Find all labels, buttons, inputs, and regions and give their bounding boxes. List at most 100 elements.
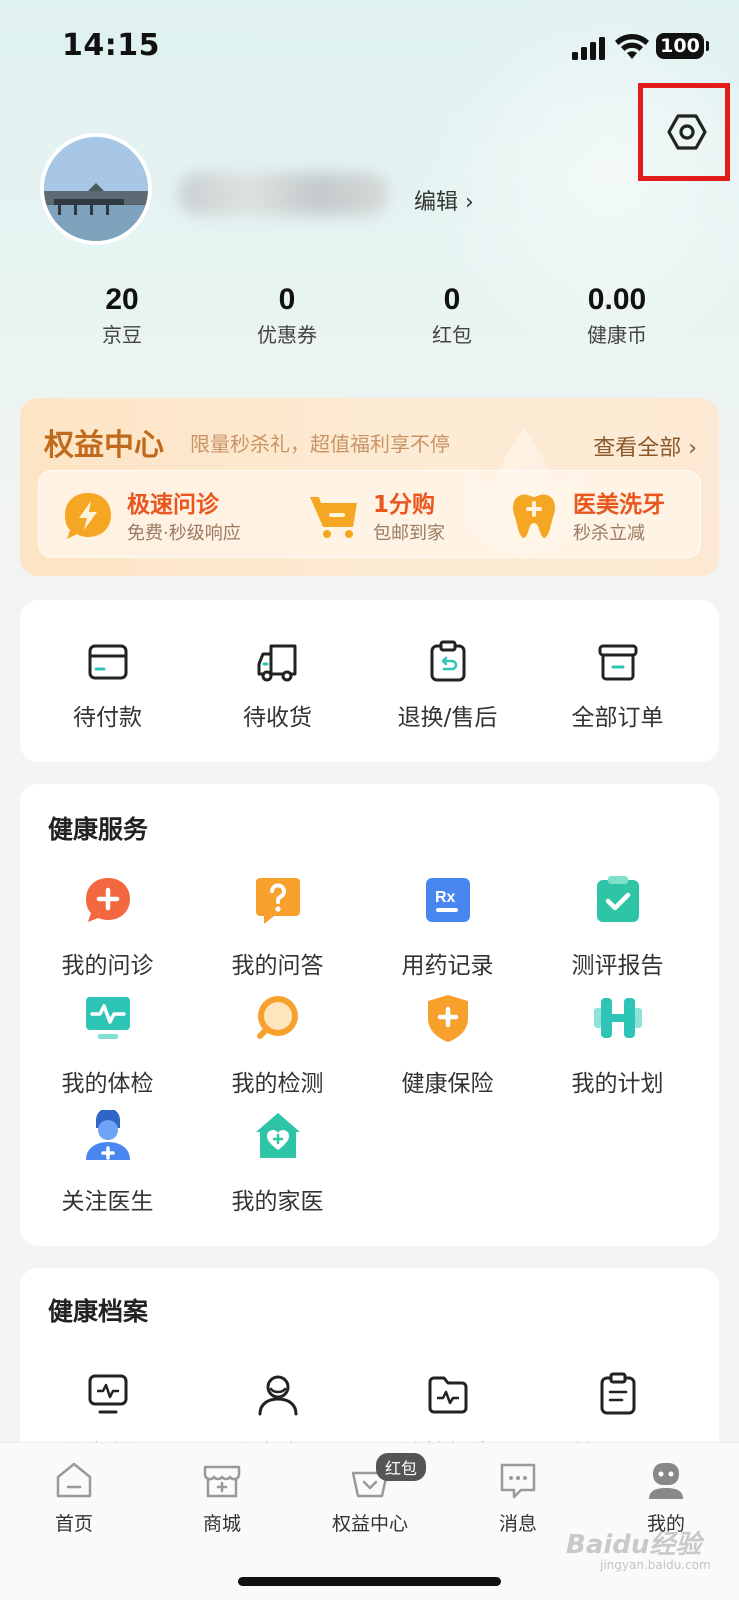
service-assessment-report[interactable]: 测评报告 bbox=[530, 874, 705, 980]
clipboard-icon bbox=[600, 1372, 635, 1415]
order-label: 退换/售后 bbox=[397, 705, 498, 731]
consult-icon bbox=[85, 878, 130, 922]
box-icon bbox=[598, 644, 637, 681]
service-label: 用药记录 bbox=[401, 953, 494, 979]
dumbbell-icon bbox=[593, 998, 642, 1038]
service-label: 我的检测 bbox=[231, 1071, 324, 1097]
stat-value: 0 bbox=[443, 283, 461, 316]
benefit-subtitle: 秒杀立减 bbox=[573, 523, 645, 544]
order-returns[interactable]: 退换/售后 bbox=[360, 640, 535, 732]
report-check-icon bbox=[596, 876, 639, 922]
shield-icon bbox=[427, 995, 468, 1042]
settings-icon[interactable] bbox=[667, 112, 707, 152]
battery-indicator: 100 bbox=[656, 33, 709, 59]
tab-label: 商城 bbox=[202, 1513, 241, 1535]
monitor-icon bbox=[85, 997, 130, 1039]
tab-home[interactable]: 首页 bbox=[0, 1459, 148, 1536]
edit-profile-link[interactable]: 编辑 › bbox=[414, 184, 474, 216]
lightning-icon bbox=[65, 493, 111, 539]
stat-value: 0.00 bbox=[587, 283, 647, 316]
home-indicator[interactable] bbox=[238, 1577, 501, 1586]
tab-label: 首页 bbox=[54, 1513, 93, 1535]
service-my-tests[interactable]: 我的检测 bbox=[190, 992, 365, 1098]
orders-card: 待付款 待收货 退换/售后 全部订单 bbox=[20, 600, 719, 762]
wallet-icon bbox=[88, 644, 127, 680]
person-icon bbox=[258, 1375, 297, 1416]
tooth-icon bbox=[513, 494, 555, 538]
stat-label: 健康币 bbox=[587, 323, 647, 347]
status-time: 14:15 bbox=[62, 28, 160, 63]
avatar[interactable] bbox=[40, 133, 152, 245]
signal-icon bbox=[572, 36, 606, 60]
stat-health-coins[interactable]: 0.00 健康币 bbox=[547, 283, 687, 348]
svg-text:Rx: Rx bbox=[435, 889, 456, 906]
tab-store[interactable]: 商城 bbox=[148, 1459, 296, 1536]
home-icon bbox=[56, 1462, 92, 1498]
service-label: 关注医生 bbox=[61, 1189, 154, 1215]
order-label: 待付款 bbox=[73, 705, 142, 731]
rx-icon: Rx bbox=[425, 878, 470, 922]
watermark-url: jingyan.baidu.com bbox=[600, 1558, 711, 1572]
user-icon bbox=[649, 1463, 683, 1499]
order-pending-receipt[interactable]: 待收货 bbox=[190, 640, 365, 732]
service-label: 我的家医 bbox=[231, 1189, 324, 1215]
search-circle-icon bbox=[256, 996, 298, 1039]
benefits-items: 极速问诊 免费·秒级响应 1分购 包邮到家 医美洗牙 秒杀立减 bbox=[38, 470, 701, 558]
benefit-title: 医美洗牙 bbox=[573, 492, 665, 518]
service-label: 我的问诊 bbox=[61, 953, 154, 979]
benefit-item-teeth-cleaning[interactable]: 医美洗牙 秒杀立减 bbox=[507, 485, 697, 549]
service-family-doctor[interactable]: 我的家医 bbox=[190, 1110, 365, 1216]
service-followed-doctors[interactable]: 关注医生 bbox=[20, 1108, 195, 1216]
store-icon bbox=[203, 1465, 241, 1498]
service-my-qa[interactable]: 我的问答 bbox=[190, 874, 365, 980]
red-packet-badge: 红包 bbox=[376, 1453, 427, 1481]
watermark: Baidu经验 bbox=[566, 1530, 702, 1560]
tab-benefits-center[interactable]: 红包 权益中心 bbox=[296, 1453, 444, 1536]
stats-row: 20 京豆 0 优惠券 0 红包 0.00 健康币 bbox=[0, 283, 739, 353]
service-my-consultations[interactable]: 我的问诊 bbox=[20, 874, 195, 980]
benefit-subtitle: 包邮到家 bbox=[373, 523, 445, 544]
service-health-insurance[interactable]: 健康保险 bbox=[360, 992, 535, 1098]
monitor-wave-icon bbox=[88, 1374, 127, 1414]
folder-wave-icon bbox=[428, 1376, 467, 1414]
stat-jingdou[interactable]: 20 京豆 bbox=[52, 283, 192, 348]
order-pending-payment[interactable]: 待付款 bbox=[20, 640, 195, 732]
benefit-item-fast-consult[interactable]: 极速问诊 免费·秒级响应 bbox=[61, 485, 261, 549]
view-all-link[interactable]: 查看全部 › bbox=[593, 430, 697, 462]
health-services-card: 健康服务 我的问诊 我的问答 Rx 用药记录 测评报告 我的体检 我的检测 健康… bbox=[20, 784, 719, 1246]
stat-red-packets[interactable]: 0 红包 bbox=[382, 283, 522, 348]
tab-label: 权益中心 bbox=[331, 1513, 408, 1535]
wifi-icon bbox=[615, 33, 649, 59]
stat-coupons[interactable]: 0 优惠券 bbox=[217, 283, 357, 348]
service-label: 我的体检 bbox=[61, 1071, 154, 1097]
service-label: 我的问答 bbox=[231, 953, 324, 979]
order-label: 全部订单 bbox=[571, 705, 664, 731]
username-blurred bbox=[178, 172, 390, 216]
benefit-subtitle: 免费·秒级响应 bbox=[127, 523, 241, 544]
return-icon bbox=[430, 640, 465, 682]
stat-value: 0 bbox=[278, 283, 296, 316]
benefits-subtitle: 限量秒杀礼，超值福利享不停 bbox=[190, 432, 450, 456]
doctor-icon bbox=[85, 1108, 130, 1160]
avatar-photo bbox=[44, 137, 148, 241]
service-medication-records[interactable]: Rx 用药记录 bbox=[360, 874, 535, 980]
status-bar: 14:15 100 bbox=[0, 0, 739, 90]
question-icon bbox=[255, 878, 300, 924]
health-records-card: 健康档案 健康监测 家庭成员 体检报告 就医记录 bbox=[20, 1268, 719, 1468]
benefits-title: 权益中心 bbox=[44, 428, 164, 463]
order-all[interactable]: 全部订单 bbox=[530, 640, 705, 732]
truck-icon bbox=[257, 644, 296, 682]
stat-label: 京豆 bbox=[102, 323, 142, 347]
service-my-checkup[interactable]: 我的体检 bbox=[20, 992, 195, 1098]
stat-label: 优惠券 bbox=[257, 323, 317, 347]
section-title: 健康档案 bbox=[48, 1297, 149, 1326]
service-my-plan[interactable]: 我的计划 bbox=[530, 992, 705, 1098]
message-icon bbox=[500, 1463, 536, 1499]
service-label: 测评报告 bbox=[571, 953, 664, 979]
benefit-title: 1分购 bbox=[373, 492, 436, 518]
benefits-center-card[interactable]: 权益中心 限量秒杀礼，超值福利享不停 查看全部 › 极速问诊 免费·秒级响应 1… bbox=[20, 398, 719, 576]
benefit-title: 极速问诊 bbox=[127, 492, 219, 518]
settings-highlight-box[interactable] bbox=[638, 83, 730, 181]
benefit-item-one-cent[interactable]: 1分购 包邮到家 bbox=[307, 485, 487, 549]
stat-label: 红包 bbox=[432, 323, 472, 347]
